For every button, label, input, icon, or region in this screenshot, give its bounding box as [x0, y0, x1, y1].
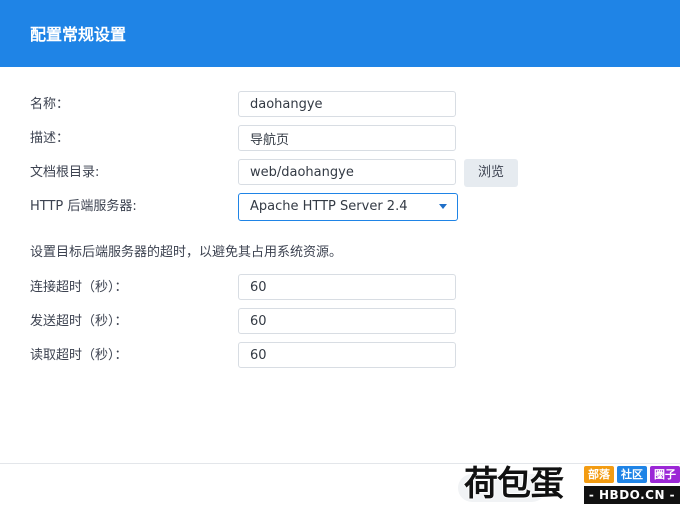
description-label: 描述： [30, 131, 70, 146]
docroot-input[interactable] [238, 159, 456, 185]
chevron-down-icon [439, 204, 447, 209]
timeout-hint: 设置目标后端服务器的超时，以避免其占用系统资源。 [30, 245, 343, 260]
watermark-tag: 社区 [617, 466, 647, 483]
name-label: 名称： [30, 97, 70, 112]
http-backend-label: HTTP 后端服务器: [30, 199, 137, 214]
watermark-tag: 圈子 [650, 466, 680, 483]
http-backend-selected-value: Apache HTTP Server 2.4 [250, 199, 408, 214]
watermark-text: 荷包蛋 [464, 464, 564, 504]
name-input[interactable] [238, 91, 456, 117]
watermark-domain: - HBDO.CN - [584, 486, 680, 504]
read-timeout-label: 读取超时（秒）： [30, 348, 128, 363]
send-timeout-input[interactable] [238, 308, 456, 334]
read-timeout-input[interactable] [238, 342, 456, 368]
dialog-title: 配置常规设置 [30, 25, 127, 44]
connect-timeout-label: 连接超时（秒）： [30, 280, 128, 295]
description-input[interactable] [238, 125, 456, 151]
browse-button[interactable]: 浏览 [464, 159, 518, 187]
watermark-logo: 荷包蛋 部落 社区 圈子 - HBDO.CN - [464, 462, 680, 510]
send-timeout-label: 发送超时（秒）： [30, 314, 128, 329]
docroot-label: 文档根目录: [30, 165, 100, 180]
watermark-tag: 部落 [584, 466, 614, 483]
http-backend-select[interactable]: Apache HTTP Server 2.4 [238, 193, 458, 221]
dialog-header: 配置常规设置 [0, 0, 680, 67]
connect-timeout-input[interactable] [238, 274, 456, 300]
